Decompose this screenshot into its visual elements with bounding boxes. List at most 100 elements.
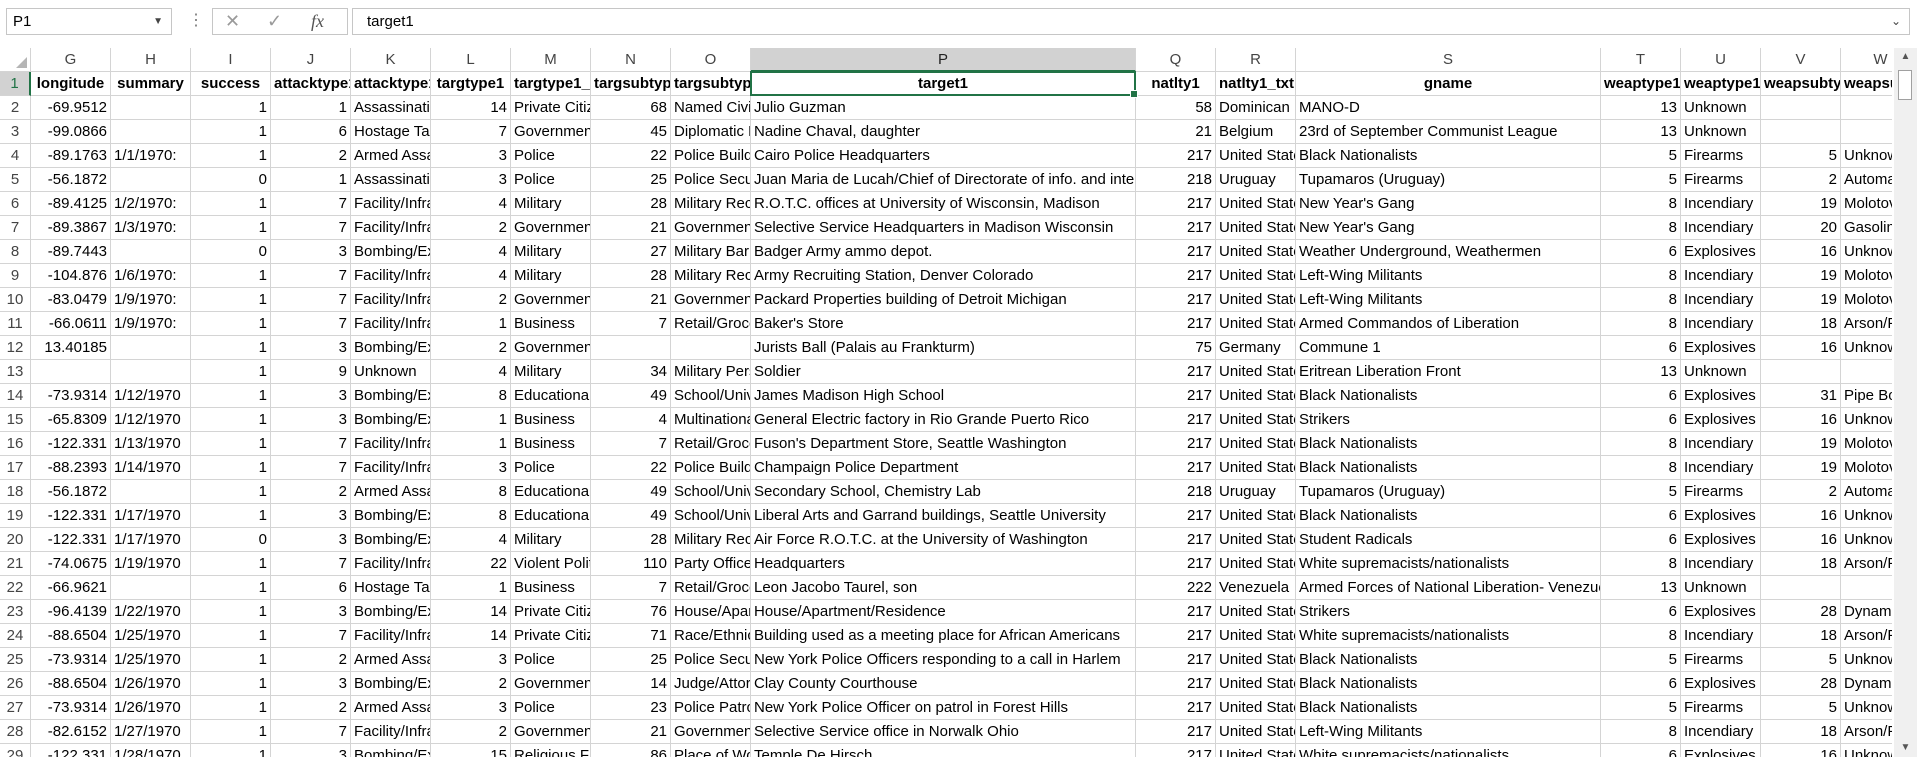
- table-cell[interactable]: Armed Assault: [351, 144, 431, 168]
- table-cell[interactable]: 1: [191, 552, 271, 576]
- name-box[interactable]: P1 ▼: [6, 8, 172, 35]
- row-header[interactable]: 25: [0, 648, 31, 672]
- table-cell[interactable]: Unknown: [1681, 576, 1761, 600]
- table-cell[interactable]: United States: [1216, 624, 1296, 648]
- table-cell[interactable]: [1761, 360, 1841, 384]
- table-cell[interactable]: 110: [591, 552, 671, 576]
- table-cell[interactable]: Automatic Weapon: [1841, 168, 1892, 192]
- table-cell[interactable]: United States: [1216, 192, 1296, 216]
- table-cell[interactable]: 8: [1601, 720, 1681, 744]
- table-cell[interactable]: Incendiary: [1681, 216, 1761, 240]
- table-cell[interactable]: Unknown: [1681, 360, 1761, 384]
- table-cell[interactable]: 21: [1136, 120, 1216, 144]
- table-cell[interactable]: 19: [1761, 192, 1841, 216]
- table-cell[interactable]: Black Nationalists: [1296, 648, 1601, 672]
- table-cell[interactable]: Headquarters: [751, 552, 1136, 576]
- table-cell[interactable]: 49: [591, 504, 671, 528]
- table-cell[interactable]: Incendiary: [1681, 552, 1761, 576]
- column-header-r[interactable]: R: [1216, 48, 1296, 72]
- table-cell[interactable]: 19: [1761, 456, 1841, 480]
- table-cell[interactable]: Black Nationalists: [1296, 144, 1601, 168]
- table-cell[interactable]: 217: [1136, 648, 1216, 672]
- table-cell[interactable]: 1: [191, 120, 271, 144]
- table-cell[interactable]: 1: [271, 168, 351, 192]
- table-cell[interactable]: 8: [431, 480, 511, 504]
- table-cell[interactable]: Liberal Arts and Garrand buildings, Seat…: [751, 504, 1136, 528]
- table-cell[interactable]: James Madison High School: [751, 384, 1136, 408]
- table-cell[interactable]: Incendiary: [1681, 312, 1761, 336]
- table-cell[interactable]: 5: [1761, 648, 1841, 672]
- table-cell[interactable]: 5: [1761, 144, 1841, 168]
- table-cell[interactable]: United States: [1216, 552, 1296, 576]
- header-cell[interactable]: targtype1_txt: [511, 72, 591, 96]
- table-cell[interactable]: Police: [511, 696, 591, 720]
- table-cell[interactable]: White supremacists/nationalists: [1296, 624, 1601, 648]
- table-cell[interactable]: 5: [1601, 168, 1681, 192]
- table-cell[interactable]: 217: [1136, 432, 1216, 456]
- table-cell[interactable]: Violent Political Party: [511, 552, 591, 576]
- row-header[interactable]: 3: [0, 120, 31, 144]
- table-cell[interactable]: Government (General): [511, 672, 591, 696]
- table-cell[interactable]: 7: [431, 120, 511, 144]
- table-cell[interactable]: 1/25/1970: [111, 624, 191, 648]
- table-cell[interactable]: Party Office/Facility: [671, 552, 751, 576]
- table-cell[interactable]: 6: [1601, 336, 1681, 360]
- row-header[interactable]: 6: [0, 192, 31, 216]
- table-cell[interactable]: 8: [1601, 192, 1681, 216]
- table-cell[interactable]: 3: [271, 504, 351, 528]
- table-cell[interactable]: School/University/Educational Building: [671, 504, 751, 528]
- table-cell[interactable]: Arson/Fire: [1841, 312, 1892, 336]
- table-cell[interactable]: [31, 360, 111, 384]
- table-cell[interactable]: 31: [1761, 384, 1841, 408]
- table-cell[interactable]: 25: [591, 168, 671, 192]
- table-cell[interactable]: -88.2393: [31, 456, 111, 480]
- table-cell[interactable]: Cairo Police Headquarters: [751, 144, 1136, 168]
- table-cell[interactable]: -82.6152: [31, 720, 111, 744]
- table-cell[interactable]: [111, 168, 191, 192]
- table-cell[interactable]: [111, 336, 191, 360]
- table-cell[interactable]: United States: [1216, 216, 1296, 240]
- table-cell[interactable]: Armed Commandos of Liberation: [1296, 312, 1601, 336]
- table-cell[interactable]: Uruguay: [1216, 168, 1296, 192]
- table-cell[interactable]: 217: [1136, 504, 1216, 528]
- table-cell[interactable]: 1/13/1970: [111, 432, 191, 456]
- table-cell[interactable]: Black Nationalists: [1296, 672, 1601, 696]
- table-cell[interactable]: Incendiary: [1681, 192, 1761, 216]
- table-cell[interactable]: 75: [1136, 336, 1216, 360]
- table-cell[interactable]: Unknown Gun Type: [1841, 648, 1892, 672]
- table-cell[interactable]: Uruguay: [1216, 480, 1296, 504]
- table-cell[interactable]: 217: [1136, 552, 1216, 576]
- table-cell[interactable]: [111, 360, 191, 384]
- table-cell[interactable]: House/Apartment/Residence: [671, 600, 751, 624]
- table-cell[interactable]: 1: [191, 696, 271, 720]
- table-cell[interactable]: 1: [191, 384, 271, 408]
- table-cell[interactable]: United States: [1216, 672, 1296, 696]
- table-cell[interactable]: 6: [1601, 240, 1681, 264]
- table-cell[interactable]: United States: [1216, 456, 1296, 480]
- table-cell[interactable]: United States: [1216, 648, 1296, 672]
- table-cell[interactable]: 217: [1136, 384, 1216, 408]
- table-cell[interactable]: United States: [1216, 720, 1296, 744]
- table-cell[interactable]: Explosives: [1681, 528, 1761, 552]
- table-cell[interactable]: Facility/Infrastructure Attack: [351, 312, 431, 336]
- table-cell[interactable]: Educational Institution: [511, 504, 591, 528]
- table-cell[interactable]: 1: [191, 624, 271, 648]
- table-cell[interactable]: 2: [271, 144, 351, 168]
- table-cell[interactable]: 217: [1136, 600, 1216, 624]
- table-cell[interactable]: Military: [511, 528, 591, 552]
- table-cell[interactable]: 2: [431, 672, 511, 696]
- formula-input[interactable]: target1 ⌄: [352, 8, 1910, 35]
- table-cell[interactable]: 16: [1761, 240, 1841, 264]
- table-cell[interactable]: -56.1872: [31, 480, 111, 504]
- table-cell[interactable]: Unknown Explosive: [1841, 744, 1892, 757]
- table-cell[interactable]: 13: [1601, 576, 1681, 600]
- table-cell[interactable]: United States: [1216, 264, 1296, 288]
- table-cell[interactable]: 6: [1601, 408, 1681, 432]
- table-cell[interactable]: Government (Diplomatic): [511, 120, 591, 144]
- table-cell[interactable]: Bombing/Explosion: [351, 528, 431, 552]
- row-header[interactable]: 14: [0, 384, 31, 408]
- row-header[interactable]: 9: [0, 264, 31, 288]
- table-cell[interactable]: Military Recruiting Station: [671, 264, 751, 288]
- table-cell[interactable]: Black Nationalists: [1296, 696, 1601, 720]
- table-cell[interactable]: 7: [271, 624, 351, 648]
